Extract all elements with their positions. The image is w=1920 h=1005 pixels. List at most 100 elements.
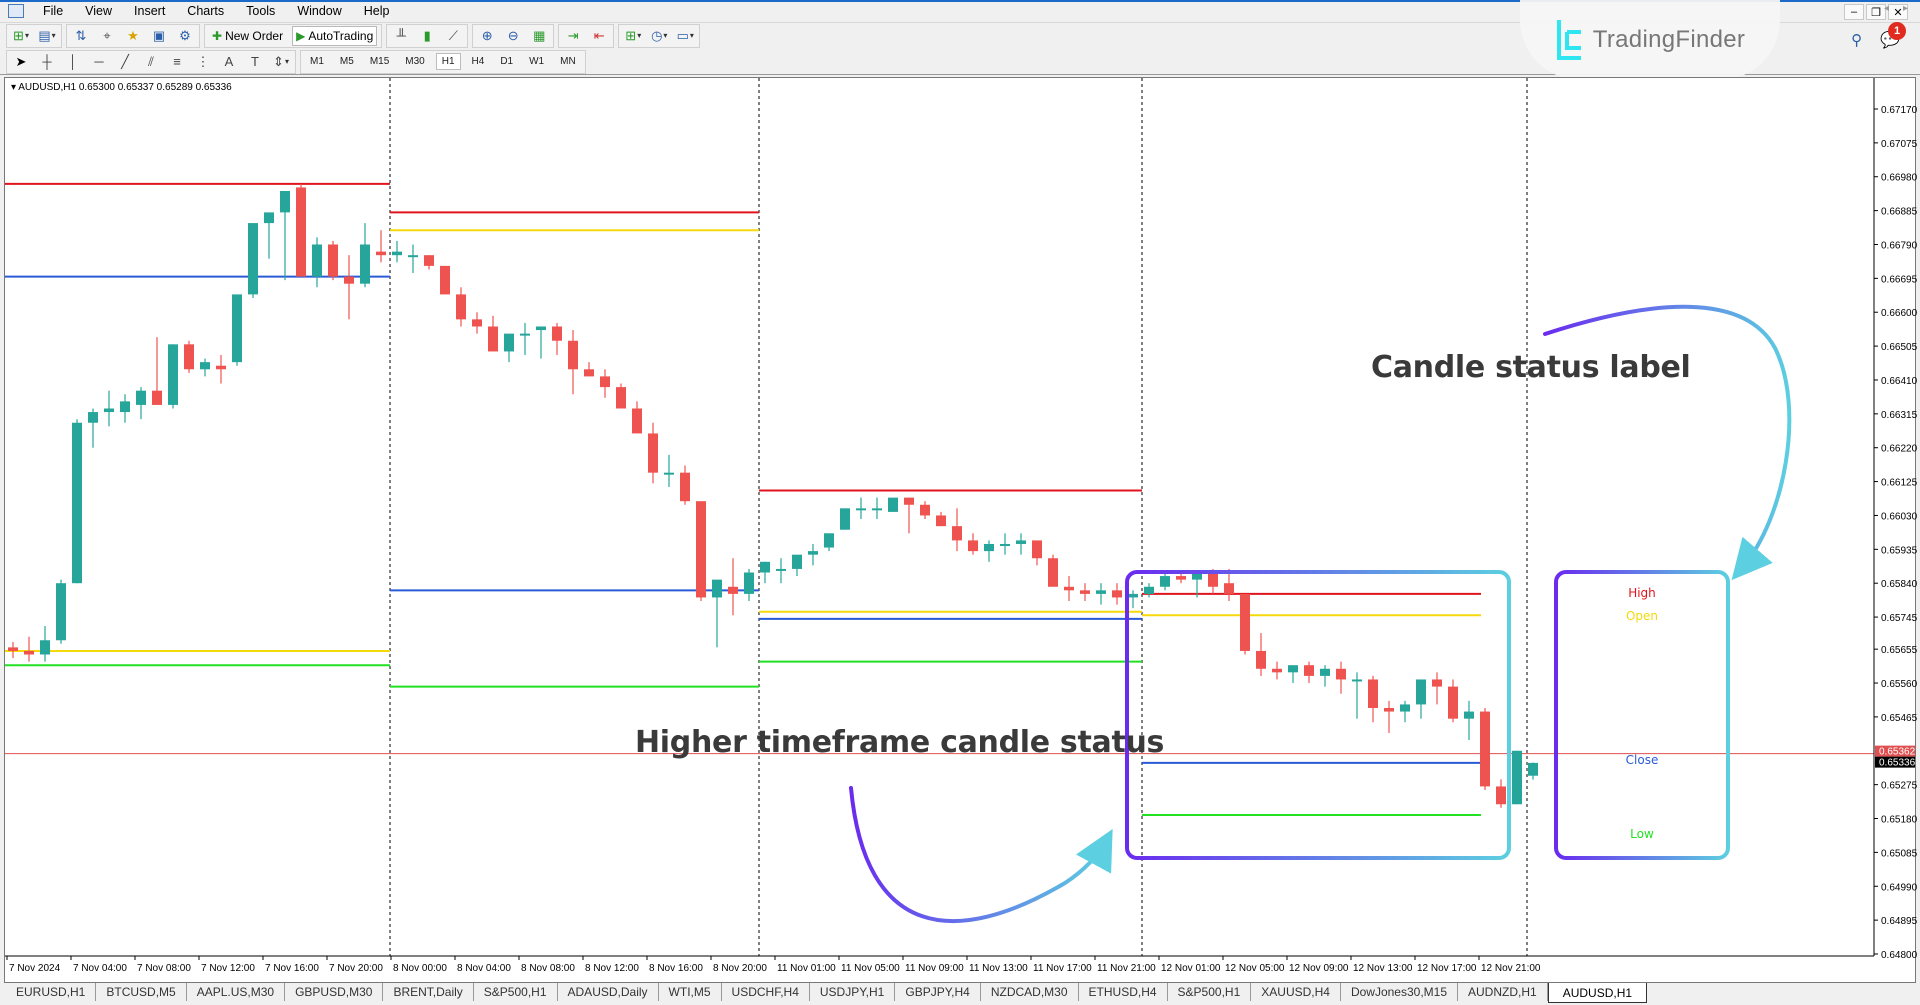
y-tick-label: 0.65560 bbox=[1881, 679, 1917, 690]
crosshair-nav-icon[interactable]: ⌖ bbox=[97, 26, 117, 46]
symbol-ohlc: AUDUSD,H1 0.65300 0.65337 0.65289 0.6533… bbox=[18, 82, 232, 93]
candle-body bbox=[72, 422, 82, 584]
candle-body bbox=[408, 255, 418, 258]
tf-w1[interactable]: W1 bbox=[524, 54, 549, 69]
bar-chart-icon[interactable]: ╨ bbox=[391, 26, 411, 46]
equidistant-channel-icon[interactable]: ⫽ bbox=[141, 52, 161, 72]
chart-tab[interactable]: AAPL.US,M30 bbox=[187, 983, 286, 1001]
tab-scroll-left-icon[interactable]: ◂ bbox=[1884, 3, 1889, 14]
candlestick-chart[interactable]: 0.67170 0.67075 0.66980 0.66885 0.66790 0.666… bbox=[5, 78, 1917, 984]
new-chart-icon[interactable]: ⊞ bbox=[11, 26, 31, 46]
candle-body bbox=[344, 276, 354, 284]
candle bbox=[680, 465, 690, 505]
candle bbox=[1304, 661, 1314, 684]
candlestick-chart-icon[interactable]: ▮ bbox=[417, 26, 437, 46]
candle bbox=[392, 240, 402, 263]
text-label-icon[interactable]: T bbox=[245, 52, 265, 72]
tf-h4[interactable]: H4 bbox=[467, 54, 490, 69]
chart-tab[interactable]: ADAUSD,Daily bbox=[558, 983, 659, 1001]
chart-tab[interactable]: DowJones30,M15 bbox=[1341, 983, 1459, 1001]
fibonacci-retracement-icon[interactable]: ≡ bbox=[167, 52, 187, 72]
candle bbox=[920, 501, 930, 520]
tf-m30[interactable]: M30 bbox=[400, 54, 429, 69]
candle-body bbox=[200, 362, 210, 370]
terminal-icon[interactable]: ▣ bbox=[149, 26, 169, 46]
vertical-line-icon[interactable]: │ bbox=[63, 52, 83, 72]
tf-mn[interactable]: MN bbox=[555, 54, 581, 69]
chart-tab[interactable]: BRENT,Daily bbox=[383, 983, 474, 1001]
horizontal-line-icon[interactable]: ─ bbox=[89, 52, 109, 72]
fibonacci-fan-icon[interactable]: ⋮ bbox=[193, 52, 213, 72]
candle-body bbox=[744, 572, 754, 594]
indicators-icon[interactable]: ⊞ bbox=[623, 26, 643, 46]
tf-m15[interactable]: M15 bbox=[365, 54, 394, 69]
notifications-icon[interactable]: 💬 1 bbox=[1880, 22, 1907, 50]
line-chart-icon[interactable]: ⟋ bbox=[443, 26, 463, 46]
search-icon[interactable]: ⚲ bbox=[1851, 31, 1862, 49]
tab-scroll-right-icon[interactable]: ▸ bbox=[1903, 3, 1908, 14]
chart-tab[interactable]: WTI,M5 bbox=[659, 983, 722, 1001]
x-tick-label: 11 Nov 09:00 bbox=[905, 963, 964, 974]
chart-tab[interactable]: NZDCAD,M30 bbox=[981, 983, 1079, 1001]
menu-insert[interactable]: Insert bbox=[123, 4, 176, 18]
chart-tab[interactable]: S&P500,H1 bbox=[474, 983, 558, 1001]
candle bbox=[776, 558, 786, 584]
candle-body bbox=[936, 515, 946, 527]
y-tick-label: 0.65465 bbox=[1881, 713, 1917, 724]
chart-tab[interactable]: AUDUSD,H1 bbox=[1547, 983, 1648, 1003]
chart-area[interactable]: ▾ AUDUSD,H1 0.65300 0.65337 0.65289 0.65… bbox=[4, 77, 1917, 984]
navigator-icon[interactable]: ★ bbox=[123, 26, 143, 46]
market-watch-icon[interactable]: ⇅ bbox=[71, 26, 91, 46]
menu-view[interactable]: View bbox=[74, 4, 123, 18]
chart-tab[interactable]: ETHUSD,H4 bbox=[1079, 983, 1168, 1001]
candle-body bbox=[616, 387, 626, 409]
chart-tab[interactable]: USDJPY,H1 bbox=[810, 983, 896, 1001]
tile-windows-icon[interactable]: ▦ bbox=[529, 26, 549, 46]
candle bbox=[824, 533, 834, 552]
chart-tab[interactable]: GBPJPY,H4 bbox=[895, 983, 981, 1001]
arrows-icon[interactable]: ⇕ bbox=[271, 52, 291, 72]
zoom-in-icon[interactable]: ⊕ bbox=[477, 26, 497, 46]
candle-body bbox=[1096, 590, 1106, 594]
chart-shift-icon[interactable]: ⇤ bbox=[589, 26, 609, 46]
menu-window[interactable]: Window bbox=[286, 4, 352, 18]
chart-tab[interactable]: BTCUSD,M5 bbox=[96, 983, 187, 1001]
y-tick-label: 0.65085 bbox=[1881, 848, 1917, 859]
tf-h1[interactable]: H1 bbox=[435, 53, 461, 70]
menu-tools[interactable]: Tools bbox=[235, 4, 286, 18]
chart-tab[interactable]: XAUUSD,H4 bbox=[1251, 983, 1341, 1001]
periods-icon[interactable]: ◷ bbox=[649, 26, 669, 46]
menu-file[interactable]: File bbox=[32, 4, 74, 18]
candle bbox=[232, 294, 242, 366]
tf-m1[interactable]: M1 bbox=[305, 54, 329, 69]
chart-tab[interactable]: S&P500,H1 bbox=[1168, 983, 1252, 1001]
candle bbox=[904, 497, 914, 534]
autotrading-button[interactable]: ▶ AutoTrading bbox=[292, 25, 378, 46]
menu-charts[interactable]: Charts bbox=[176, 4, 235, 18]
crosshair-icon[interactable]: ┼ bbox=[37, 52, 57, 72]
tf-d1[interactable]: D1 bbox=[495, 54, 518, 69]
zoom-out-icon[interactable]: ⊖ bbox=[503, 26, 523, 46]
chart-tab[interactable]: GBPUSD,M30 bbox=[285, 983, 384, 1001]
candle bbox=[696, 501, 706, 602]
y-tick-label: 0.65275 bbox=[1881, 781, 1917, 792]
tf-m5[interactable]: M5 bbox=[335, 54, 359, 69]
x-tick-label: 7 Nov 08:00 bbox=[137, 963, 191, 974]
autoscroll-icon[interactable]: ⇥ bbox=[563, 26, 583, 46]
menu-help[interactable]: Help bbox=[353, 4, 401, 18]
trendline-icon[interactable]: ╱ bbox=[115, 52, 135, 72]
strategy-tester-icon[interactable]: ⚙ bbox=[175, 26, 195, 46]
chart-tab[interactable]: USDCHF,H4 bbox=[722, 983, 810, 1001]
chart-tab[interactable]: EURUSD,H1 bbox=[6, 983, 97, 1001]
candle-body bbox=[1000, 543, 1010, 546]
text-icon[interactable]: A bbox=[219, 52, 239, 72]
minimize-button[interactable]: – bbox=[1844, 4, 1864, 20]
candle-body bbox=[1288, 665, 1298, 673]
templates-icon[interactable]: ▭ bbox=[675, 26, 695, 46]
candle bbox=[664, 454, 674, 487]
profiles-icon[interactable]: ▤ bbox=[37, 26, 57, 46]
candle bbox=[200, 358, 210, 377]
chart-tab[interactable]: AUDNZD,H1 bbox=[1458, 983, 1548, 1001]
cursor-icon[interactable]: ➤ bbox=[11, 52, 31, 72]
new-order-button[interactable]: ✚ New Order bbox=[209, 26, 286, 46]
